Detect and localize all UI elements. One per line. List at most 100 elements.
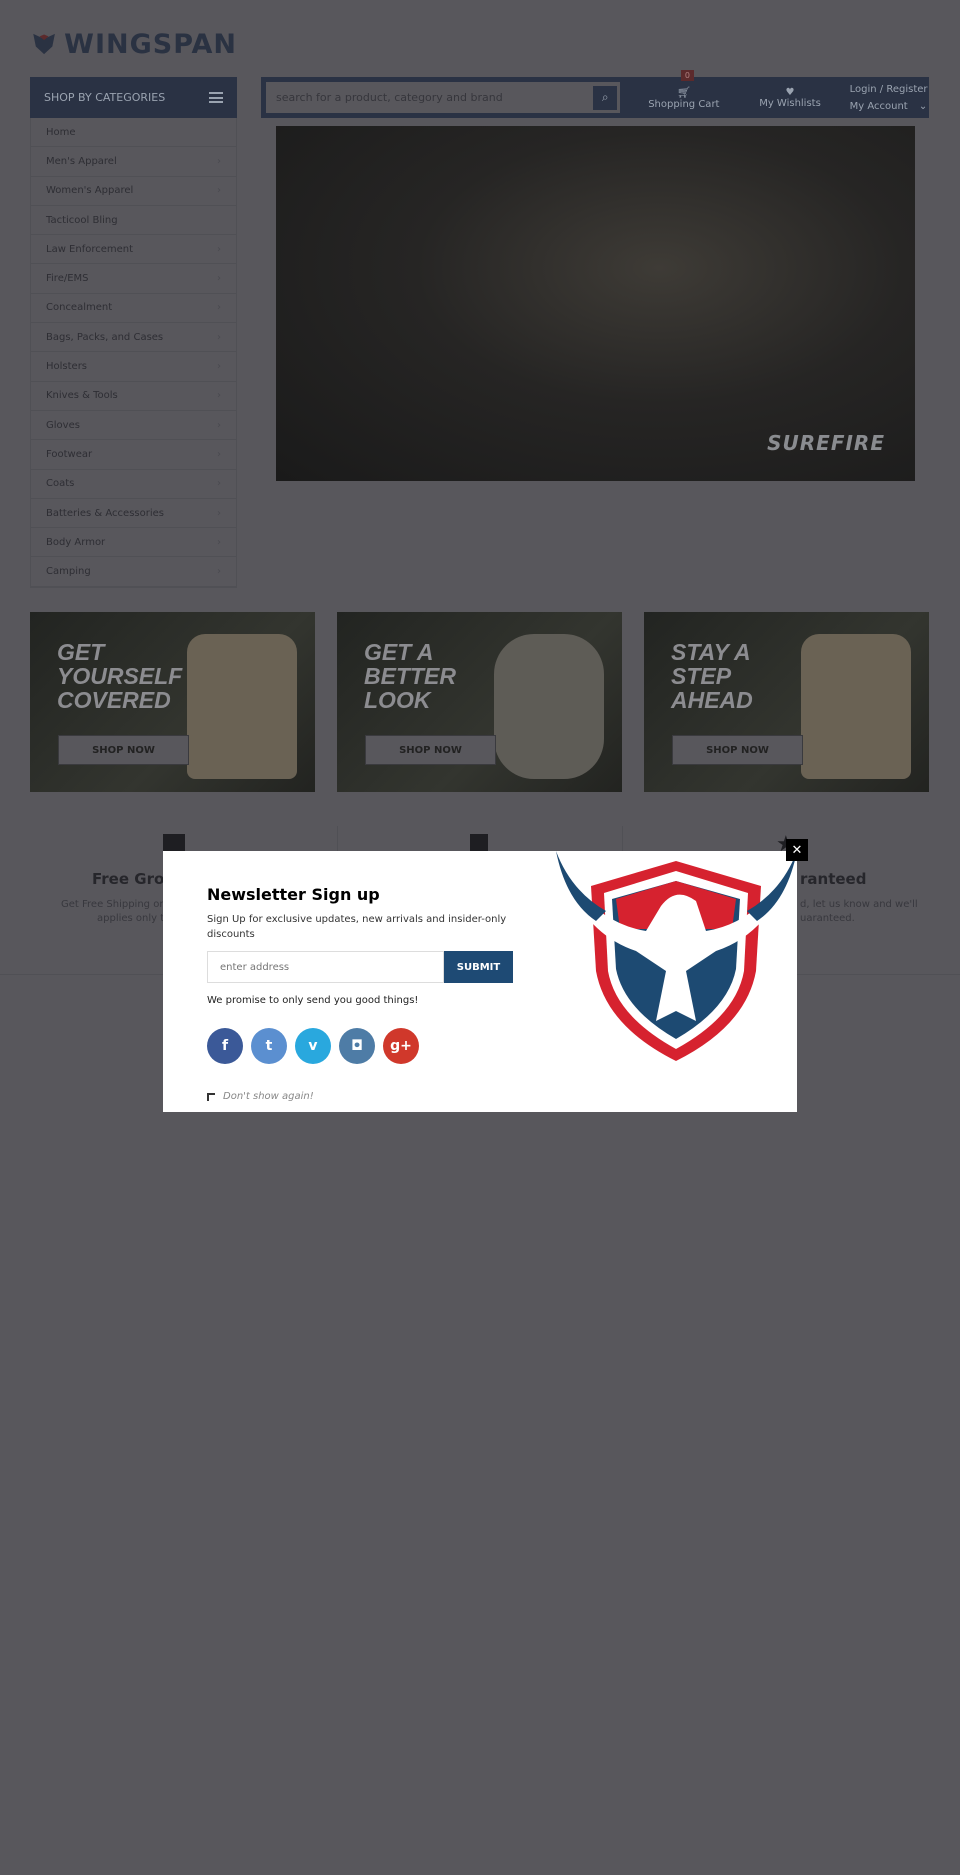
categories-title: SHOP BY CATEGORIES xyxy=(44,91,166,104)
search-button[interactable]: ⌕ xyxy=(593,85,618,110)
sidebar-item-label: Home xyxy=(46,126,76,138)
banner-title: GET YOURSELF COVERED xyxy=(57,639,183,713)
cart-label: Shopping Cart xyxy=(648,98,720,110)
sidebar-item-label: Tacticool Bling xyxy=(46,214,118,226)
account-menu[interactable]: Login / Register My Account ⌄ xyxy=(838,81,929,115)
shop-by-categories-header[interactable]: SHOP BY CATEGORIES xyxy=(30,77,237,118)
banner-title: STAY A STEP AHEAD xyxy=(671,639,753,713)
sidebar-item-label: Knives & Tools xyxy=(46,390,118,402)
sidebar-item[interactable]: Knives & Tools › xyxy=(31,382,236,411)
sidebar-item[interactable]: Footwear › xyxy=(31,440,236,470)
search-placeholder: search for a product, category and brand xyxy=(276,91,503,104)
shop-now-button[interactable]: SHOP NOW xyxy=(672,735,803,765)
sidebar-item-label: Holsters xyxy=(46,361,88,373)
heart-icon: ♥ xyxy=(785,86,795,98)
logo-text: WINGSPAN xyxy=(64,28,237,60)
vest-image xyxy=(187,634,297,779)
chevron-right-icon: › xyxy=(217,302,221,314)
chevron-right-icon: › xyxy=(217,448,221,460)
dont-show-again-checkbox[interactable]: Don't show again! xyxy=(207,1091,314,1102)
sidebar-item-label: Concealment xyxy=(46,302,113,314)
sidebar-item-label: Coats xyxy=(46,478,75,490)
category-menu: Home Men's Apparel › Women's Apparel › Tactic… xyxy=(30,118,237,588)
newsletter-title: Newsletter Sign up xyxy=(207,885,380,904)
sidebar-item-label: Footwear xyxy=(46,448,93,460)
sidebar-item[interactable]: Tacticool Bling xyxy=(31,206,236,236)
sidebar-item-label: Gloves xyxy=(46,419,80,431)
logo[interactable]: WINGSPAN xyxy=(32,24,237,64)
sidebar-item[interactable]: Body Armor › xyxy=(31,528,236,558)
banner-covered[interactable]: GET YOURSELF COVERED SHOP NOW xyxy=(30,612,315,792)
sidebar-item-label: Law Enforcement xyxy=(46,243,134,255)
chevron-right-icon: › xyxy=(217,390,221,402)
chevron-right-icon: › xyxy=(217,566,221,578)
banner-better-look[interactable]: GET A BETTER LOOK SHOP NOW xyxy=(337,612,622,792)
sidebar-item[interactable]: Fire/EMS › xyxy=(31,264,236,294)
sidebar-item-label: Batteries & Accessories xyxy=(46,507,164,519)
cart-count-badge: 0 xyxy=(680,69,694,81)
instagram-icon[interactable]: ◘ xyxy=(339,1028,375,1064)
chevron-right-icon: › xyxy=(217,507,221,519)
dont-show-label: Don't show again! xyxy=(223,1091,314,1102)
sidebar-item-label: Body Armor xyxy=(46,536,106,548)
sidebar-item[interactable]: Batteries & Accessories › xyxy=(31,499,236,529)
eagle-shield-logo xyxy=(556,851,797,1061)
feature-title-guarantee: ranteed xyxy=(800,870,867,888)
chevron-right-icon: › xyxy=(217,536,221,548)
chevron-right-icon: › xyxy=(217,185,221,197)
banner-title: GET A BETTER LOOK xyxy=(364,639,456,713)
vimeo-icon[interactable]: v xyxy=(295,1028,331,1064)
close-modal-button[interactable]: ✕ xyxy=(786,839,808,861)
wishlist-button[interactable]: ♥ My Wishlists xyxy=(742,87,837,109)
feature-desc-shipping: Get Free Shipping on xyxy=(61,899,166,910)
shop-now-button[interactable]: SHOP NOW xyxy=(58,735,189,765)
sidebar-item[interactable]: Bags, Packs, and Cases › xyxy=(31,323,236,353)
sidebar-item[interactable]: Gloves › xyxy=(31,411,236,441)
search-input[interactable]: search for a product, category and brand… xyxy=(266,82,621,113)
sidebar-item-label: Fire/EMS xyxy=(46,273,89,285)
sidebar-item[interactable]: Men's Apparel › xyxy=(31,147,236,177)
facebook-icon[interactable]: f xyxy=(207,1028,243,1064)
sidebar-item[interactable]: Law Enforcement › xyxy=(31,235,236,265)
chevron-right-icon: › xyxy=(217,331,221,343)
newsletter-subtitle: Sign Up for exclusive updates, new arriv… xyxy=(207,914,507,940)
sidebar-item[interactable]: Coats › xyxy=(31,470,236,499)
sidebar-item-label: Women's Apparel xyxy=(46,185,134,197)
sidebar-item-label: Bags, Packs, and Cases xyxy=(46,331,164,343)
scope-image xyxy=(494,634,604,779)
feature-desc-guarantee: d, let us know and we'll xyxy=(800,899,918,910)
cart-icon: 🛒︎ xyxy=(676,85,691,99)
chevron-right-icon: › xyxy=(217,155,221,167)
promise-text: We promise to only send you good things! xyxy=(207,995,419,1006)
sidebar-item[interactable]: Concealment › xyxy=(31,294,236,324)
chevron-right-icon: › xyxy=(217,273,221,285)
eagle-logo-icon xyxy=(33,33,55,55)
search-icon: ⌕ xyxy=(601,90,609,104)
newsletter-modal: Newsletter Sign up Sign Up for exclusive… xyxy=(163,851,797,1112)
email-input[interactable] xyxy=(207,951,444,983)
shop-now-button[interactable]: SHOP NOW xyxy=(365,735,496,765)
my-account-dropdown[interactable]: My Account ⌄ xyxy=(850,98,929,115)
login-register-link[interactable]: Login / Register xyxy=(850,81,929,98)
sidebar-item[interactable]: Home xyxy=(31,118,236,148)
sidebar-item-label: Men's Apparel xyxy=(46,155,117,167)
chevron-right-icon: › xyxy=(217,478,221,490)
sidebar-item[interactable]: Camping › xyxy=(31,557,236,587)
top-bar: search for a product, category and brand… xyxy=(261,69,929,118)
sidebar-item[interactable]: Holsters › xyxy=(31,352,236,382)
chevron-down-icon: ⌄ xyxy=(918,100,928,112)
feature-desc-shipping-2: applies only t xyxy=(97,913,165,924)
submit-button[interactable]: SUBMIT xyxy=(444,951,513,983)
menu-icon[interactable] xyxy=(209,92,223,103)
google-plus-icon[interactable]: g+ xyxy=(383,1028,419,1064)
sidebar-item[interactable]: Women's Apparel › xyxy=(31,177,236,206)
sidebar-item-label: Camping xyxy=(46,566,91,578)
hero-banner[interactable]: SUREFIRE xyxy=(276,126,915,481)
banner-step-ahead[interactable]: STAY A STEP AHEAD SHOP NOW xyxy=(644,612,929,792)
chevron-right-icon: › xyxy=(217,243,221,255)
checkbox-icon[interactable] xyxy=(207,1092,215,1101)
account-label: My Account xyxy=(849,100,908,112)
twitter-icon[interactable]: t xyxy=(251,1028,287,1064)
feature-desc-guarantee-2: uaranteed. xyxy=(800,913,855,924)
shopping-cart-button[interactable]: 0 🛒︎ Shopping Cart xyxy=(625,69,742,110)
